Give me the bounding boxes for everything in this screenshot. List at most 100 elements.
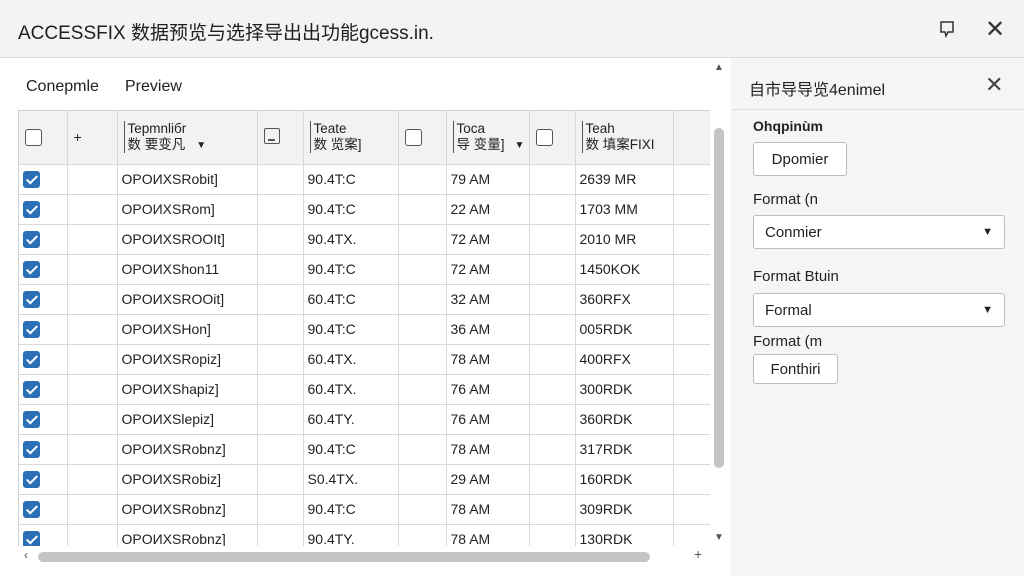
cell-code: 317RDK bbox=[575, 434, 674, 465]
row-spacer-cell bbox=[67, 404, 118, 435]
table-row[interactable]: OPOИXЅRobnz] 90.4T:C 78 AM 317RDK bbox=[19, 434, 710, 465]
chevron-down-icon: ▼ bbox=[982, 226, 993, 238]
table-row[interactable]: OPOИXЅlepiz] 60.4TY. 76 AM 360RDK bbox=[19, 404, 710, 435]
cell-id: OPOИXЅRobnz] bbox=[117, 434, 258, 465]
row-spacer-cell bbox=[67, 344, 118, 375]
row-checkbox[interactable] bbox=[19, 494, 68, 525]
tab-preview[interactable]: Preview bbox=[125, 78, 182, 96]
horizontal-scroll-thumb[interactable] bbox=[38, 552, 650, 562]
cell-time: 36 AM bbox=[446, 314, 530, 345]
format-button-select[interactable]: Formal ▼ bbox=[753, 293, 1005, 327]
row-spacer-cell bbox=[398, 344, 447, 375]
row-spacer-cell bbox=[673, 464, 710, 495]
row-checkbox[interactable] bbox=[19, 164, 68, 195]
table-row[interactable]: OPOИXЅRobnz] 90.4TY. 78 AM 130RDK bbox=[19, 524, 710, 546]
row-checkbox[interactable] bbox=[19, 464, 68, 495]
pin-icon[interactable] bbox=[932, 14, 962, 44]
scroll-up-icon[interactable]: ▲ bbox=[714, 62, 724, 73]
tab-compile[interactable]: Conepmle bbox=[26, 78, 99, 96]
cell-code: 005RDK bbox=[575, 314, 674, 345]
table-row[interactable]: OPOИXЅROOIt] 90.4TX. 72 AM 2010 MR bbox=[19, 224, 710, 255]
options-button[interactable]: Dpomier bbox=[753, 142, 847, 176]
cell-value: 60.4TX. bbox=[303, 344, 399, 375]
table-row[interactable]: OPOИXЅROOit] 60.4T:C 32 AM 360RFX bbox=[19, 284, 710, 315]
row-spacer-cell bbox=[529, 494, 576, 525]
cell-time: 32 AM bbox=[446, 284, 530, 315]
table-row[interactable]: OPOИXЅRom] 90.4T:C 22 AM 1703 MM bbox=[19, 194, 710, 225]
format-apply-button[interactable]: Fonthiri bbox=[753, 354, 838, 384]
cell-code: 1703 MM bbox=[575, 194, 674, 225]
vertical-scrollbar[interactable]: ▲ ▼ bbox=[710, 58, 730, 576]
table-row[interactable]: OPOИXЅRobit] 90.4T:C 79 AM 2639 MR bbox=[19, 164, 710, 195]
row-spacer-cell bbox=[529, 284, 576, 315]
row-checkbox[interactable] bbox=[19, 284, 68, 315]
table-row[interactable]: OPOИXЅRobnz] 90.4T:C 78 AM 309RDK bbox=[19, 494, 710, 525]
cell-code: 160RDK bbox=[575, 464, 674, 495]
row-spacer-cell bbox=[257, 404, 304, 435]
select-all-checkbox[interactable] bbox=[19, 111, 68, 165]
cell-value: 90.4T:C bbox=[303, 314, 399, 345]
column-header[interactable]: Teah 数 填案FIXI bbox=[575, 111, 674, 165]
row-spacer-cell bbox=[398, 464, 447, 495]
chevron-down-icon[interactable]: ▼ bbox=[515, 140, 525, 151]
row-checkbox[interactable] bbox=[19, 224, 68, 255]
horizontal-scrollbar[interactable]: ‹ + bbox=[18, 546, 710, 564]
cell-code: 309RDK bbox=[575, 494, 674, 525]
table-row[interactable]: OPOИXЅhon11 90.4T:C 72 AM 1450KOK bbox=[19, 254, 710, 285]
row-spacer-cell bbox=[257, 314, 304, 345]
column-header[interactable]: Teate 数 览案] bbox=[303, 111, 399, 165]
row-spacer-cell bbox=[673, 224, 710, 255]
data-grid: + Tepmnliбr 数 要变凡 ▼ Teate 数 览案] Toca 导 变量] ▼ bbox=[18, 110, 710, 546]
column-header-title: Tepmnliбr bbox=[127, 121, 187, 137]
row-spacer-cell bbox=[257, 284, 304, 315]
row-spacer-cell bbox=[67, 524, 118, 546]
column-select-checkbox[interactable] bbox=[529, 111, 576, 165]
row-checkbox[interactable] bbox=[19, 314, 68, 345]
row-spacer-cell bbox=[673, 284, 710, 315]
cell-value: 90.4TX. bbox=[303, 224, 399, 255]
row-checkbox[interactable] bbox=[19, 254, 68, 285]
cell-id: OPOИXЅROOIt] bbox=[117, 224, 258, 255]
row-checkbox[interactable] bbox=[19, 434, 68, 465]
cell-code: 360RDK bbox=[575, 404, 674, 435]
column-header[interactable]: Tepmnliбr 数 要变凡 ▼ bbox=[117, 111, 258, 165]
cell-id: OPOИXЅRopiz] bbox=[117, 344, 258, 375]
close-icon[interactable]: ✕ bbox=[980, 14, 1010, 44]
row-spacer-cell bbox=[257, 494, 304, 525]
row-spacer-cell bbox=[257, 164, 304, 195]
column-header-overflow bbox=[673, 111, 710, 165]
row-checkbox[interactable] bbox=[19, 404, 68, 435]
format-select[interactable]: Conmier ▼ bbox=[753, 215, 1005, 249]
add-column-icon[interactable]: + bbox=[67, 111, 118, 165]
column-type-icon bbox=[263, 127, 280, 144]
cell-id: OPOИXЅlepiz] bbox=[117, 404, 258, 435]
column-select-checkbox[interactable] bbox=[398, 111, 447, 165]
row-spacer-cell bbox=[398, 164, 447, 195]
table-row[interactable]: OPOИXЅRopiz] 60.4TX. 78 AM 400RFX bbox=[19, 344, 710, 375]
row-spacer-cell bbox=[257, 374, 304, 405]
column-header-title: Teah bbox=[585, 121, 615, 137]
row-checkbox[interactable] bbox=[19, 344, 68, 375]
row-checkbox[interactable] bbox=[19, 374, 68, 405]
cell-time: 76 AM bbox=[446, 374, 530, 405]
vertical-scroll-thumb[interactable] bbox=[714, 128, 724, 468]
cell-code: 360RFX bbox=[575, 284, 674, 315]
row-checkbox[interactable] bbox=[19, 524, 68, 546]
row-spacer-cell bbox=[673, 494, 710, 525]
scroll-left-icon[interactable]: ‹ bbox=[24, 548, 28, 562]
table-row[interactable]: OPOИXЅhapiz] 60.4TX. 76 AM 300RDK bbox=[19, 374, 710, 405]
row-checkbox[interactable] bbox=[19, 194, 68, 225]
row-spacer-cell bbox=[67, 494, 118, 525]
row-spacer-cell bbox=[257, 194, 304, 225]
format-label: Format (n bbox=[753, 191, 819, 208]
table-row[interactable]: OPOИXЅHon] 90.4T:C 36 AM 005RDK bbox=[19, 314, 710, 345]
column-header[interactable]: Toca 导 变量] ▼ bbox=[446, 111, 530, 165]
scroll-down-icon[interactable]: ▼ bbox=[714, 532, 724, 543]
scroll-right-icon[interactable]: + bbox=[694, 546, 702, 562]
close-icon[interactable]: ✕ bbox=[985, 72, 1003, 98]
table-row[interactable]: OPOИXЅRobiz] S0.4TX. 29 AM 160RDK bbox=[19, 464, 710, 495]
chevron-down-icon[interactable]: ▼ bbox=[196, 140, 206, 151]
row-spacer-cell bbox=[257, 524, 304, 546]
column-select-checkbox[interactable] bbox=[257, 111, 304, 165]
cell-time: 76 AM bbox=[446, 404, 530, 435]
